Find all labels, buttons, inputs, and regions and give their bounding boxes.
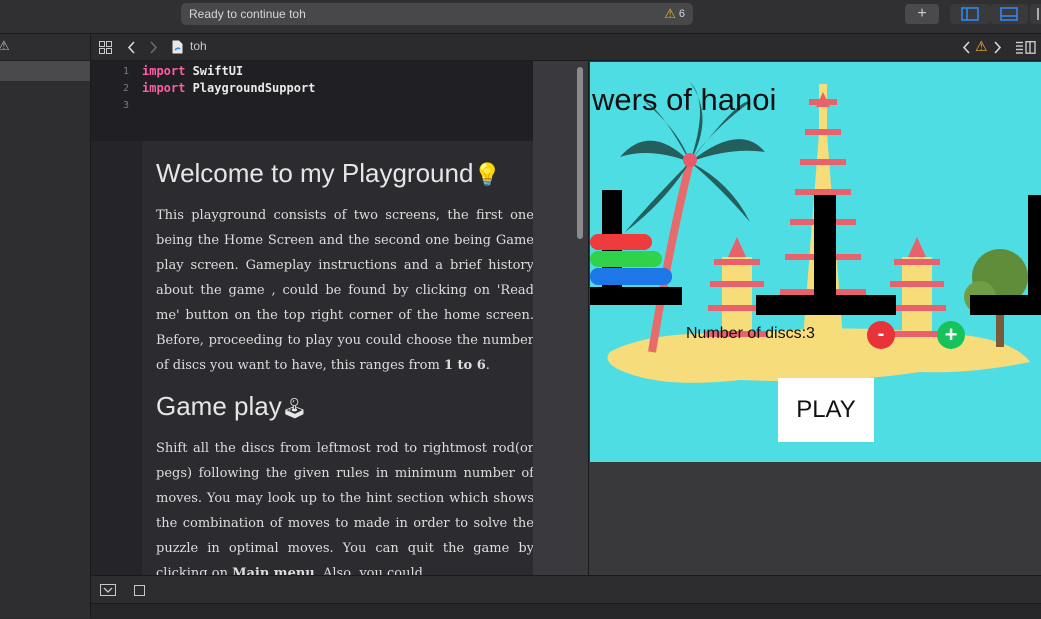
forward-chevron-icon[interactable] bbox=[150, 41, 158, 54]
warning-icon: ⚠ bbox=[664, 6, 676, 21]
line-number-gutter: 1 2 3 bbox=[91, 61, 133, 141]
grid-icon[interactable] bbox=[99, 41, 112, 54]
line-number: 1 bbox=[122, 66, 129, 77]
doc-text: This playground consists of two screens,… bbox=[156, 208, 533, 373]
disc-red bbox=[590, 234, 652, 250]
previous-issue-icon[interactable] bbox=[962, 41, 970, 54]
line-number: 2 bbox=[122, 83, 129, 94]
activity-status-bar: Ready to continue toh ⚠ 6 bbox=[181, 3, 693, 25]
inspector-icon[interactable] bbox=[1016, 41, 1036, 54]
game-title: wers of hanoi bbox=[591, 82, 776, 117]
rod-middle-base bbox=[756, 295, 896, 315]
markup-gutter bbox=[91, 141, 142, 575]
navigator-header: ⚠ bbox=[0, 34, 90, 61]
plus-icon: + bbox=[917, 5, 927, 22]
navigator-selected-row[interactable] bbox=[0, 61, 90, 81]
doc-heading-welcome: Welcome to my Playground💡 bbox=[156, 158, 501, 189]
debug-panel-icon bbox=[1000, 7, 1018, 21]
live-view-panel: wers of hanoi Number of discs:3 - + PLAY bbox=[588, 61, 1041, 575]
doc-paragraph-intro: This playground consists of two screens,… bbox=[156, 203, 533, 378]
stop-icon[interactable] bbox=[134, 585, 145, 596]
decrease-discs-button[interactable]: - bbox=[867, 321, 895, 349]
play-button[interactable]: PLAY bbox=[778, 378, 874, 442]
doc-bold-text: 1 to 6 bbox=[443, 358, 486, 373]
swift-file-icon bbox=[172, 40, 183, 54]
game-home-screen[interactable]: wers of hanoi Number of discs:3 - + PLAY bbox=[590, 62, 1041, 462]
increase-discs-button[interactable]: + bbox=[937, 321, 965, 349]
code-line[interactable]: import SwiftUI bbox=[142, 64, 243, 78]
warning-icon[interactable]: ⚠ bbox=[975, 38, 988, 55]
code-text: SwiftUI bbox=[185, 64, 244, 78]
warning-icon[interactable]: ⚠ bbox=[0, 38, 10, 54]
doc-heading-gameplay: Game play🕹 bbox=[156, 391, 307, 422]
status-warnings[interactable]: ⚠ 6 bbox=[664, 6, 685, 22]
code-line[interactable]: import PlaygroundSupport bbox=[142, 81, 315, 95]
rod-right-base bbox=[970, 295, 1041, 315]
debug-bar bbox=[91, 575, 1041, 604]
editor-scrollbar-thumb[interactable] bbox=[577, 67, 583, 239]
lightbulb-icon: 💡 bbox=[473, 162, 501, 187]
console-toggle-icon[interactable] bbox=[100, 584, 116, 596]
code-editor[interactable]: 1 2 3 import SwiftUI import PlaygroundSu… bbox=[91, 61, 588, 575]
add-library-button[interactable]: + bbox=[905, 4, 939, 24]
jump-bar-file-name[interactable]: toh bbox=[190, 39, 207, 53]
discs-count-label: Number of discs:3 bbox=[686, 325, 815, 342]
doc-heading-text: Welcome to my Playground bbox=[156, 158, 474, 188]
disc-green bbox=[590, 251, 662, 267]
rendered-markup: Welcome to my Playground💡 This playgroun… bbox=[142, 141, 533, 575]
code-keyword: import bbox=[142, 64, 186, 78]
navigator-sidebar: ⚠ bbox=[0, 34, 91, 618]
palm-coconut bbox=[683, 153, 697, 167]
status-text: Ready to continue toh bbox=[189, 7, 306, 21]
toggle-navigator-button[interactable] bbox=[950, 4, 990, 24]
line-number: 3 bbox=[122, 100, 129, 111]
jump-bar: toh ⚠ bbox=[91, 34, 1041, 61]
code-text: PlaygroundSupport bbox=[185, 81, 316, 95]
console-area bbox=[91, 603, 1041, 619]
code-keyword: import bbox=[142, 81, 186, 95]
next-issue-icon[interactable] bbox=[994, 41, 1002, 54]
window-toolbar: Ready to continue toh ⚠ 6 + bbox=[0, 0, 1041, 34]
doc-text: . bbox=[485, 358, 490, 373]
doc-text: . Also, you could bbox=[314, 566, 423, 575]
disc-blue bbox=[590, 268, 672, 285]
doc-text: Shift all the discs from leftmost rod to… bbox=[156, 441, 533, 575]
joystick-icon: 🕹 bbox=[281, 398, 308, 420]
back-chevron-icon[interactable] bbox=[127, 41, 135, 54]
toggle-inspector-button[interactable] bbox=[1030, 4, 1041, 24]
toggle-debug-area-button[interactable] bbox=[990, 4, 1028, 24]
inspector-panel-icon bbox=[1036, 8, 1039, 20]
warning-count: 6 bbox=[678, 8, 685, 20]
doc-paragraph-gameplay: Shift all the discs from leftmost rod to… bbox=[156, 436, 533, 575]
doc-heading-text: Game play bbox=[156, 391, 282, 421]
rod-left-base bbox=[590, 287, 682, 305]
navigator-panel-icon bbox=[961, 7, 979, 21]
doc-bold-text: Main menu bbox=[232, 566, 315, 575]
